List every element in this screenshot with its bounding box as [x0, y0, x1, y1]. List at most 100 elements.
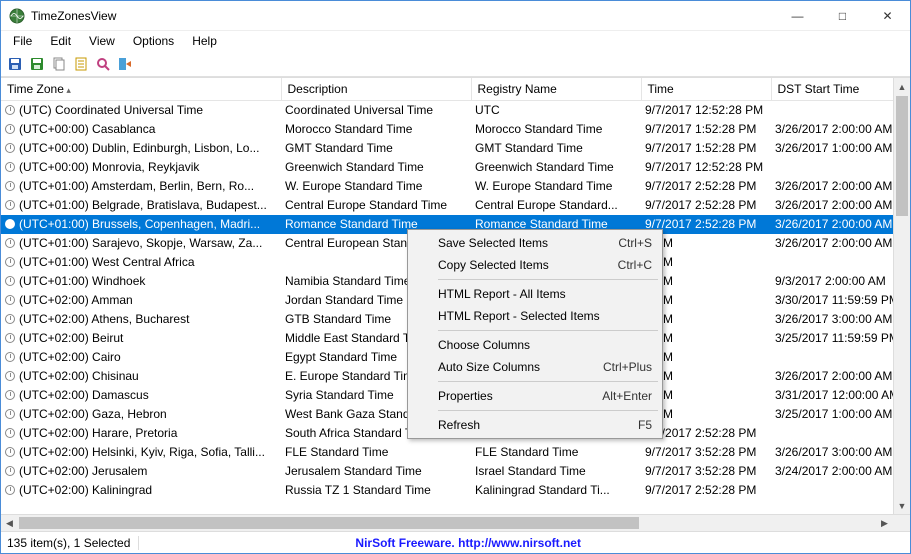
- clock-icon: [5, 447, 15, 457]
- scroll-down-icon[interactable]: ▼: [894, 497, 910, 514]
- copy-icon[interactable]: [51, 56, 67, 72]
- cell-dst: 3/31/2017 12:00:00 AM: [771, 386, 893, 405]
- cell-reg: Kaliningrad Standard Ti...: [471, 481, 641, 500]
- context-menu-item[interactable]: Auto Size ColumnsCtrl+Plus: [410, 356, 660, 378]
- table-row[interactable]: (UTC+02:00) Helsinki, Kyiv, Riga, Sofia,…: [1, 443, 893, 462]
- maximize-button[interactable]: □: [820, 1, 865, 31]
- table-row[interactable]: (UTC+00:00) CasablancaMorocco Standard T…: [1, 120, 893, 139]
- cell-tz: (UTC+02:00) Chisinau: [1, 367, 281, 386]
- context-menu-shortcut: Ctrl+C: [618, 258, 652, 272]
- exit-icon[interactable]: [117, 56, 133, 72]
- cell-dst: 3/26/2017 3:00:00 AM: [771, 310, 893, 329]
- cell-desc: Central Europe Standard Time: [281, 196, 471, 215]
- cell-reg: W. Europe Standard Time: [471, 177, 641, 196]
- menu-view[interactable]: View: [81, 33, 123, 49]
- close-button[interactable]: ✕: [865, 1, 910, 31]
- clock-icon: [5, 428, 15, 438]
- save-green-icon[interactable]: [29, 56, 45, 72]
- cell-reg: Central Europe Standard...: [471, 196, 641, 215]
- cell-tz: (UTC+02:00) Kaliningrad: [1, 481, 281, 500]
- cell-tz: (UTC+02:00) Beirut: [1, 329, 281, 348]
- context-menu-shortcut: Ctrl+S: [618, 236, 652, 250]
- cell-tz: (UTC+02:00) Cairo: [1, 348, 281, 367]
- scroll-left-icon[interactable]: ◀: [1, 515, 18, 531]
- cell-desc: Coordinated Universal Time: [281, 101, 471, 120]
- app-icon: [9, 8, 25, 24]
- context-menu-label: Copy Selected Items: [438, 258, 594, 272]
- toolbar: [1, 51, 910, 77]
- menu-edit[interactable]: Edit: [42, 33, 79, 49]
- clock-icon: [5, 276, 15, 286]
- context-menu-item[interactable]: PropertiesAlt+Enter: [410, 385, 660, 407]
- scroll-right-icon[interactable]: ▶: [876, 515, 893, 531]
- cell-tz: (UTC+01:00) Sarajevo, Skopje, Warsaw, Za…: [1, 234, 281, 253]
- cell-dst: 3/26/2017 2:00:00 AM: [771, 196, 893, 215]
- clock-icon: [5, 257, 15, 267]
- cell-time: 9/7/2017 1:52:28 PM: [641, 120, 771, 139]
- cell-tz: (UTC+00:00) Monrovia, Reykjavik: [1, 158, 281, 177]
- clock-icon: [5, 162, 15, 172]
- cell-dst: [771, 101, 893, 120]
- context-menu-label: HTML Report - All Items: [438, 287, 652, 301]
- context-menu-item[interactable]: Copy Selected Items Ctrl+C: [410, 254, 660, 276]
- list-view[interactable]: Time Zone Description Registry Name Time…: [1, 77, 910, 531]
- vertical-scrollbar[interactable]: ▲ ▼: [893, 78, 910, 514]
- cell-dst: 9/3/2017 2:00:00 AM: [771, 272, 893, 291]
- cell-tz: (UTC+00:00) Dublin, Edinburgh, Lisbon, L…: [1, 139, 281, 158]
- table-row[interactable]: (UTC+02:00) JerusalemJerusalem Standard …: [1, 462, 893, 481]
- context-menu-label: Refresh: [438, 418, 614, 432]
- column-header-timezone[interactable]: Time Zone: [1, 78, 281, 101]
- horizontal-scrollbar[interactable]: ◀ ▶: [1, 514, 910, 531]
- table-row[interactable]: (UTC+01:00) Amsterdam, Berlin, Bern, Ro.…: [1, 177, 893, 196]
- cell-dst: [771, 348, 893, 367]
- cell-tz: (UTC+00:00) Casablanca: [1, 120, 281, 139]
- table-row[interactable]: (UTC+02:00) KaliningradRussia TZ 1 Stand…: [1, 481, 893, 500]
- cell-desc: Morocco Standard Time: [281, 120, 471, 139]
- menu-file[interactable]: File: [5, 33, 40, 49]
- table-row[interactable]: (UTC+00:00) Monrovia, ReykjavikGreenwich…: [1, 158, 893, 177]
- column-header-time[interactable]: Time: [641, 78, 771, 101]
- context-menu-item[interactable]: HTML Report - All Items: [410, 283, 660, 305]
- cell-tz: (UTC+01:00) Amsterdam, Berlin, Bern, Ro.…: [1, 177, 281, 196]
- table-row[interactable]: (UTC+00:00) Dublin, Edinburgh, Lisbon, L…: [1, 139, 893, 158]
- cell-dst: 3/26/2017 2:00:00 AM: [771, 234, 893, 253]
- column-header-dst[interactable]: DST Start Time: [771, 78, 893, 101]
- nirsoft-link[interactable]: http://www.nirsoft.net: [458, 536, 581, 550]
- cell-dst: 3/26/2017 2:00:00 AM: [771, 215, 893, 234]
- vscroll-thumb[interactable]: [896, 96, 908, 216]
- clock-icon: [5, 390, 15, 400]
- table-row[interactable]: (UTC+01:00) Belgrade, Bratislava, Budape…: [1, 196, 893, 215]
- clock-icon: [5, 314, 15, 324]
- clock-icon: [5, 124, 15, 134]
- column-header-description[interactable]: Description: [281, 78, 471, 101]
- cell-desc: Russia TZ 1 Standard Time: [281, 481, 471, 500]
- cell-dst: 3/25/2017 1:00:00 AM: [771, 405, 893, 424]
- window-controls: — □ ✕: [775, 1, 910, 30]
- minimize-button[interactable]: —: [775, 1, 820, 31]
- cell-dst: 3/26/2017 3:00:00 AM: [771, 443, 893, 462]
- cell-time: 9/7/2017 12:52:28 PM: [641, 158, 771, 177]
- context-menu-item[interactable]: Save Selected ItemsCtrl+S: [410, 232, 660, 254]
- hscroll-thumb[interactable]: [19, 517, 639, 529]
- table-row[interactable]: (UTC) Coordinated Universal TimeCoordina…: [1, 101, 893, 120]
- menu-help[interactable]: Help: [184, 33, 225, 49]
- menubar: File Edit View Options Help: [1, 31, 910, 51]
- context-menu-item[interactable]: Choose Columns: [410, 334, 660, 356]
- cell-reg: GMT Standard Time: [471, 139, 641, 158]
- cell-tz: (UTC+02:00) Gaza, Hebron: [1, 405, 281, 424]
- context-menu-separator: [438, 381, 658, 382]
- context-menu-item[interactable]: HTML Report - Selected Items: [410, 305, 660, 327]
- header-row: Time Zone Description Registry Name Time…: [1, 78, 893, 101]
- clock-icon: [5, 352, 15, 362]
- menu-options[interactable]: Options: [125, 33, 182, 49]
- context-menu-item[interactable]: RefreshF5: [410, 414, 660, 436]
- properties-icon[interactable]: [73, 56, 89, 72]
- save-icon[interactable]: [7, 56, 23, 72]
- find-icon[interactable]: [95, 56, 111, 72]
- scroll-up-icon[interactable]: ▲: [894, 78, 910, 95]
- column-header-registry[interactable]: Registry Name: [471, 78, 641, 101]
- statusbar: 135 item(s), 1 Selected NirSoft Freeware…: [1, 531, 910, 553]
- context-menu-shortcut: Ctrl+Plus: [603, 360, 652, 374]
- cell-time: 9/7/2017 3:52:28 PM: [641, 443, 771, 462]
- cell-time: 9/7/2017 3:52:28 PM: [641, 462, 771, 481]
